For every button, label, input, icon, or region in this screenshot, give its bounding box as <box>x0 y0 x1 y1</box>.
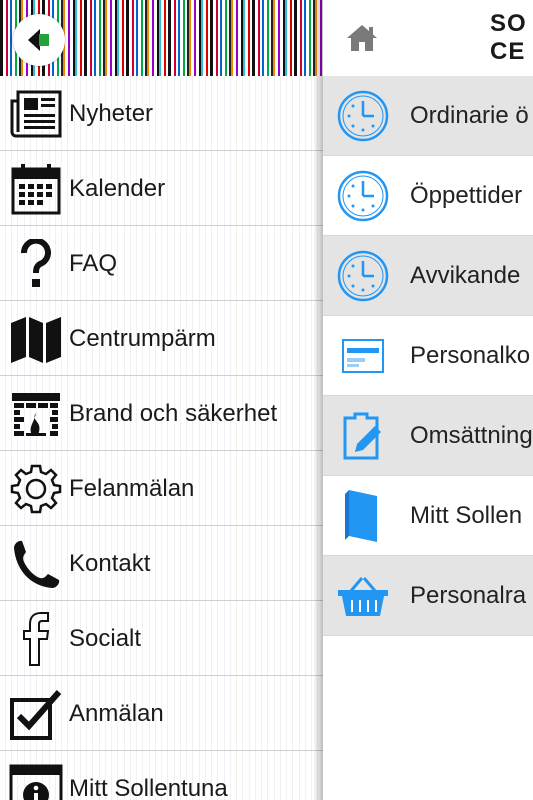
main-list: Ordinarie ö Öppettider Avvikande Persona… <box>323 76 533 636</box>
checkbox-icon <box>8 686 64 742</box>
facebook-icon <box>8 611 64 667</box>
main-header: SO CE <box>323 0 533 76</box>
drawer-menu: Nyheter Kalender FAQ Centrumpärm Brand o… <box>0 76 323 800</box>
list-item-label: Personalra <box>410 582 527 609</box>
menu-item-label: Kontakt <box>69 550 151 577</box>
list-item-label: Mitt Sollen <box>410 502 523 529</box>
list-item-mitt-sollentuna[interactable]: Mitt Sollen <box>323 476 533 556</box>
menu-item-faq[interactable]: FAQ <box>0 226 323 301</box>
main-content: SO CE Ordinarie ö Öppettider Avvikande P… <box>323 0 533 800</box>
back-arrow-icon <box>28 29 49 51</box>
drawer-header <box>0 0 323 76</box>
list-item-ordinarie[interactable]: Ordinarie ö <box>323 76 533 156</box>
list-item-label: Ordinarie ö <box>410 102 529 129</box>
menu-item-label: FAQ <box>69 250 118 277</box>
clipboard-edit-icon <box>335 408 391 464</box>
menu-item-socialt[interactable]: Socialt <box>0 601 323 676</box>
basket-icon <box>335 568 391 624</box>
newspaper-icon <box>8 86 64 142</box>
list-item-label: Omsättning <box>410 422 533 449</box>
list-item-label: Personalko <box>410 342 531 369</box>
menu-item-felanmalan[interactable]: Felanmälan <box>0 451 323 526</box>
menu-item-nyheter[interactable]: Nyheter <box>0 76 323 151</box>
calendar-icon <box>8 161 64 217</box>
menu-item-label: Socialt <box>69 625 142 652</box>
menu-item-mitt-sollentuna[interactable]: Mitt Sollentuna <box>0 751 323 800</box>
fireplace-icon <box>8 386 64 442</box>
menu-item-brand-och-sakerhet[interactable]: Brand och säkerhet <box>0 376 323 451</box>
menu-item-centrumparm[interactable]: Centrumpärm <box>0 301 323 376</box>
clock-icon <box>335 248 391 304</box>
phone-icon <box>8 536 64 592</box>
list-item-personalkort[interactable]: Personalko <box>323 316 533 396</box>
book-icon <box>335 488 391 544</box>
menu-item-label: Mitt Sollentuna <box>69 775 228 800</box>
list-item-omsattning[interactable]: Omsättning <box>323 396 533 476</box>
list-item-oppettider[interactable]: Öppettider <box>323 156 533 236</box>
gear-icon <box>8 461 64 517</box>
list-item-label: Avvikande <box>410 262 521 289</box>
brand-logo-text: SO CE <box>490 10 527 66</box>
menu-item-label: Brand och säkerhet <box>69 400 278 427</box>
menu-item-label: Centrumpärm <box>69 325 216 352</box>
info-window-icon <box>8 761 64 800</box>
list-item-avvikande[interactable]: Avvikande <box>323 236 533 316</box>
list-item-label: Öppettider <box>410 182 523 209</box>
menu-item-anmalan[interactable]: Anmälan <box>0 676 323 751</box>
brand-line-2: CE <box>490 38 526 65</box>
menu-item-label: Nyheter <box>69 100 154 127</box>
clock-icon <box>335 168 391 224</box>
clock-icon <box>335 88 391 144</box>
menu-item-label: Felanmälan <box>69 475 195 502</box>
menu-item-kontakt[interactable]: Kontakt <box>0 526 323 601</box>
back-button[interactable] <box>13 14 65 66</box>
home-icon[interactable] <box>345 22 379 54</box>
question-icon <box>8 236 64 292</box>
brand-line-1: SO <box>490 10 527 37</box>
navigation-drawer: Nyheter Kalender FAQ Centrumpärm Brand o… <box>0 0 323 800</box>
menu-item-label: Kalender <box>69 175 166 202</box>
list-item-personalrabatt[interactable]: Personalra <box>323 556 533 636</box>
card-icon <box>335 328 391 384</box>
menu-item-label: Anmälan <box>69 700 164 727</box>
map-icon <box>8 311 64 367</box>
menu-item-kalender[interactable]: Kalender <box>0 151 323 226</box>
